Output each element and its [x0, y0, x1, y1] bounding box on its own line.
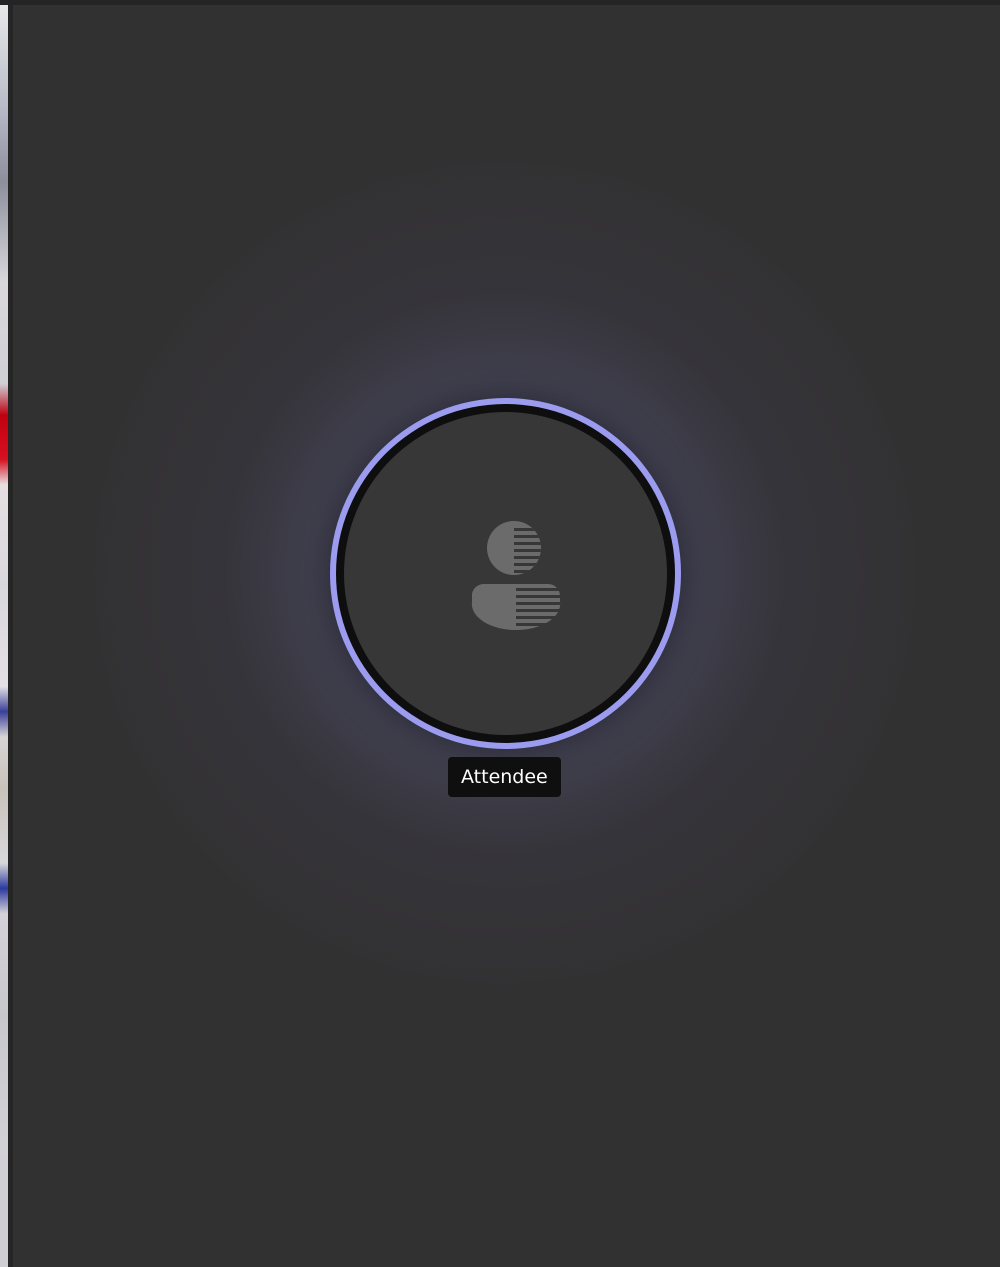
avatar[interactable]: [344, 412, 667, 735]
person-icon: [471, 521, 561, 631]
participant-name-label: Attendee: [448, 757, 561, 797]
avatar-border: [336, 404, 675, 743]
meeting-window: Attendee: [0, 0, 1000, 1267]
speaking-indicator-ring: [330, 398, 681, 749]
adjacent-video-tile-edge[interactable]: [0, 5, 8, 1267]
